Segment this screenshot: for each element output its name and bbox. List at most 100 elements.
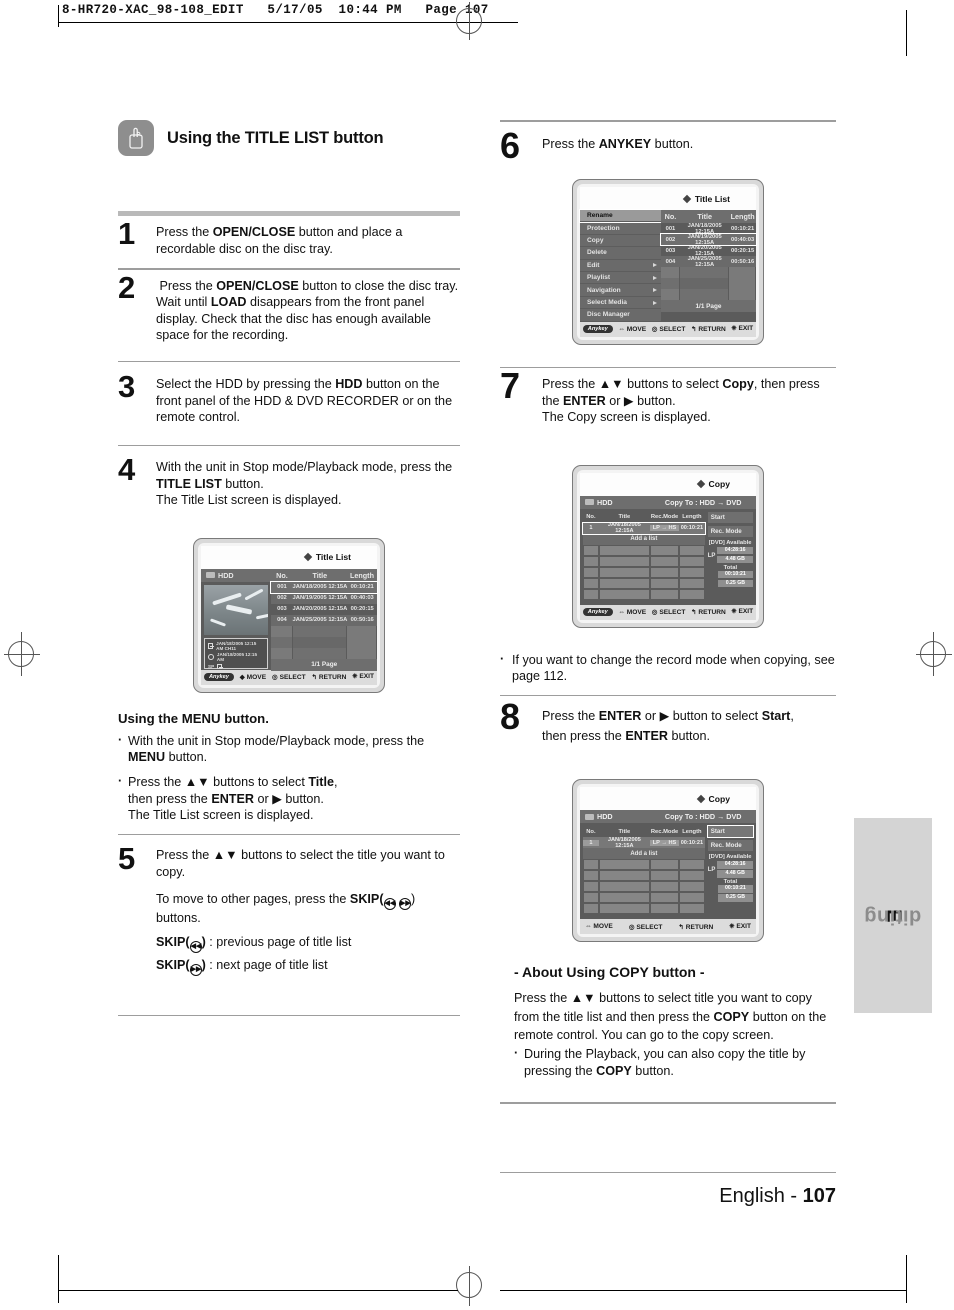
empty-row [660,278,756,290]
copy-body: No. Title Rec.Mode Length 1 JAN/18/2005 … [580,508,756,605]
rec-mode-button[interactable]: Rec. Mode [707,840,753,852]
copy-list-pane: No. Title Rec.Mode Length 1 JAN/18/2005 … [580,823,707,919]
row-no: 1 [589,525,593,532]
osd-footer-bar: Anykey ⇔ MOVE ◎ SELECT ↰ RETURN ⎈ EXIT [580,604,756,620]
step-8: 8 Press the ENTER or ▶ button to select … [500,696,836,755]
lp-size: 4.48 GB [717,870,753,878]
row-no: 002 [277,595,287,602]
right-divider-3 [500,1102,836,1104]
table-row[interactable]: 001 JAN/18/2005 12:15A 00:10:21 [270,580,378,594]
diamond-icon [303,553,313,562]
row-title: JAN/25/2005 12:15A [292,617,348,624]
anykey-button[interactable]: Anykey [203,673,234,682]
menu-item-delete[interactable]: Delete [580,247,661,260]
empty-row [660,267,756,279]
print-header: 8-HR720-XAC_98-108_EDIT 5/17/05 10:44 PM… [62,3,489,17]
col-length: Length [350,570,374,580]
step-number: 7 [500,365,521,407]
col-no: No. [276,570,288,580]
table-row[interactable]: 002 JAN/19/2005 12:15A 00:40:03 [271,592,377,604]
row-length: 00:10:21 [680,525,704,532]
osd-column-header: No. Title Length [660,210,756,224]
chevron-right-icon [652,263,657,268]
copy-list-pane: No. Title Rec.Mode Length 1 JAN/18/2005 … [580,509,707,605]
row-title: JAN/25/2005 12:15A [687,255,722,268]
preview-pane: JAN/18/2005 12:15 AM CH11 JAN/18/2005 12… [201,582,271,670]
lp-label: LP [707,867,716,874]
hand-press-glyph [129,127,143,149]
footer-divider [500,1172,836,1174]
skip-next-icon: ▶▶ [399,898,412,911]
col-title: Title [618,828,631,835]
footer-select: ◎ SELECT [651,326,686,334]
table-row[interactable]: 002 JAN/19/2005 12:15A 00:40:03 [659,233,757,247]
total-size: 0.25 GB [717,894,753,902]
col-length: Length [730,212,755,222]
rec-mode-button[interactable]: Rec. Mode [707,525,753,537]
row-recmode: LP → HS [649,839,680,846]
empty-row [583,555,705,567]
step-text: Press the OPEN/CLOSE button and place a … [156,225,403,256]
diamond-icon [696,479,705,489]
info-row-mode: SP [208,663,264,669]
menu-item-protection[interactable]: Protection [580,222,661,235]
total-time: 00:10:21 [717,570,753,579]
crop-mark-top-line [58,22,518,23]
info-row-date: JAN/18/2005 12:15 AM CH11 [208,641,264,651]
footer-return: ↰ RETURN [678,923,714,931]
menu-item-disc-manager[interactable]: Disc Manager [580,309,661,322]
hdd-icon [585,813,594,820]
crop-line-bottom-right [500,1290,906,1291]
empty-row [583,870,705,882]
menu-item-copy[interactable]: Copy [580,235,661,248]
osd-title-bar: Title List [580,187,756,211]
col-title: Title [618,514,631,521]
press-button-icon [118,120,154,156]
add-a-list-row[interactable]: Add a list [583,533,705,545]
menu-item-edit[interactable]: Edit [580,260,661,273]
add-a-list-row[interactable]: Add a list [583,848,705,860]
info-date-channel: JAN/18/2005 12:15 AM CH11 [216,640,257,651]
empty-row [583,588,705,600]
copy-source-bar: HDD Copy To : HDD → DVD [580,495,756,509]
step-3: 3 Select the HDD by pressing the HDD but… [118,362,460,435]
menu-item-select-media[interactable]: Select Media [580,297,661,310]
crop-mark-top-tick [58,5,59,27]
step-text: With the unit in Stop mode/Playback mode… [156,460,453,508]
table-row[interactable]: 003 JAN/20/2005 12:15A 00:20:15 [271,604,377,615]
row-no: 001 [277,584,287,591]
menu-bullets: With the unit in Stop mode/Playback mode… [118,732,460,824]
osd-screen-title: Copy [708,479,730,490]
osd-body: HDD No. Title Length JAN/18/2005 12:15 A… [201,568,378,671]
osd-source: HDD [201,571,271,580]
footer-return: ↰ RETURN [690,609,726,617]
table-row[interactable]: 003 JAN/20/2005 12:15A 00:20:15 [661,245,756,257]
footer-select: ◎ SELECT [628,923,663,931]
menu-item-rename[interactable]: Rename [579,209,662,224]
start-button[interactable]: Start [707,511,753,523]
menu-item-navigation[interactable]: Navigation [580,284,661,297]
copy-table-row[interactable]: 1 JAN/18/2005 12:15A LP → HS 00:10:21 [583,837,705,849]
row-length: 00:20:15 [350,606,374,613]
row-no: 003 [277,606,287,613]
osd-footer-bar: Anykey ◆ MOVE ◎ SELECT ↰ RETURN ⎈ EXIT [201,669,377,685]
col-no: No. [664,212,677,222]
osd-title-bar: Copy [580,472,756,496]
empty-row [583,859,705,871]
col-no: No. [586,514,596,521]
copy-column-header: No. Title Rec.Mode Length [583,512,705,523]
anykey-button[interactable]: Anykey [582,325,613,334]
table-row[interactable]: 001 JAN/18/2005 12:15A 00:10:21 [661,223,756,235]
col-recmode: Rec.Mode [650,828,679,835]
table-row[interactable]: 004 JAN/25/2005 12:15A 00:50:16 [660,255,756,268]
row-title: JAN/19/2005 12:15A [292,595,348,602]
title-rows: 001 JAN/18/2005 12:15A 00:10:21 002 JAN/… [270,580,378,671]
table-row[interactable]: 004 JAN/25/2005 12:15A 00:50:16 [271,614,377,626]
registration-cross-bottom-v [469,1266,470,1306]
copy-table-row[interactable]: 1 JAN/18/2005 12:15A LP → HS 00:10:21 [582,521,706,535]
start-button[interactable]: Start [706,825,754,839]
osd-inner: Title List Rename Protection Copy Delete [577,184,759,340]
anykey-button[interactable]: Anykey [582,608,613,617]
diamond-icon [682,194,692,203]
menu-item-playlist[interactable]: Playlist [580,272,661,285]
